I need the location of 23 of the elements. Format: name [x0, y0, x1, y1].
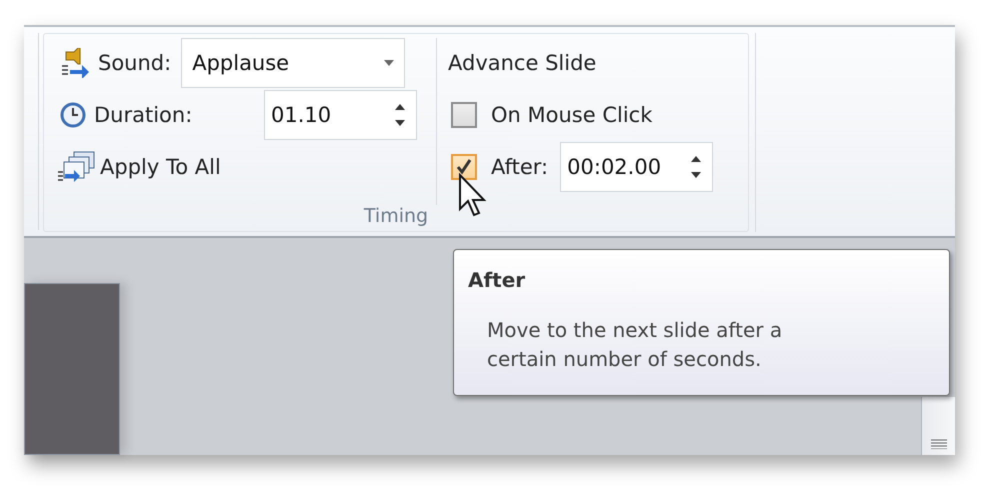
caret-icon: [384, 60, 394, 66]
speaker-arrow-icon: [60, 48, 90, 78]
duration-spinbox[interactable]: 01.10: [264, 90, 417, 140]
spin-arrows-icon: [690, 154, 702, 180]
clock-icon: [60, 102, 86, 128]
grip-icon: [930, 439, 946, 449]
tooltip-text: Move to the next slide after a certain number of seconds.: [487, 317, 784, 373]
checkbox-option[interactable]: On Mouse Click: [448, 102, 652, 128]
tooltip-title: After: [468, 268, 526, 292]
sound-label: Sound:: [98, 51, 172, 75]
spin-arrows-icon: [394, 102, 406, 128]
apply-to-all-button[interactable]: Apply To All: [58, 150, 221, 184]
checkbox-option[interactable]: After:: [448, 154, 548, 180]
scrollbar[interactable]: [921, 397, 955, 455]
check-icon: [455, 158, 473, 176]
time-spinbox[interactable]: 00:02.00: [560, 142, 714, 192]
duration-label: Duration:: [94, 103, 194, 127]
sound-dropdown[interactable]: Applause: [181, 38, 406, 88]
section-title: Advance Slide: [448, 51, 596, 75]
slides-arrow-icon: [58, 150, 96, 184]
checkbox[interactable]: [451, 154, 477, 180]
group-label: Timing: [362, 205, 430, 229]
checkbox[interactable]: [451, 102, 477, 128]
